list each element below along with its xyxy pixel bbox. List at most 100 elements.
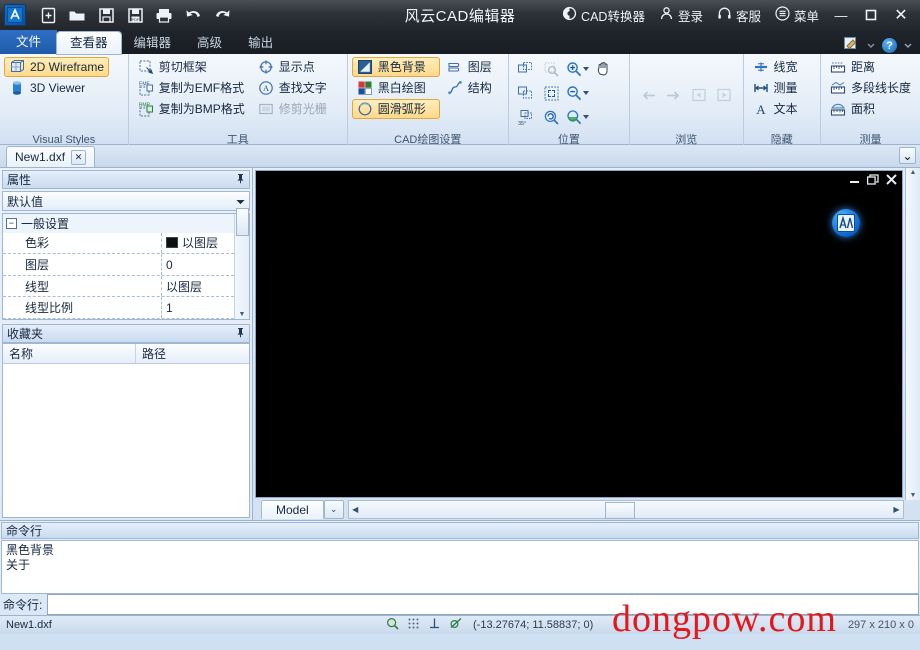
undo-icon[interactable] bbox=[183, 5, 203, 25]
cad-converter-button[interactable]: CAD转换器 bbox=[557, 4, 650, 27]
ribbon-item-smooth-arc[interactable]: 圆滑弧形 bbox=[351, 99, 440, 119]
property-row-layer[interactable]: 图层 0 bbox=[3, 254, 234, 276]
document-tab-new1[interactable]: New1.dxf ✕ bbox=[6, 146, 96, 167]
close-button[interactable]: ✕ bbox=[888, 3, 914, 27]
ribbon-item-area[interactable]: 面积 bbox=[825, 99, 916, 119]
help-icon[interactable]: ? bbox=[882, 38, 897, 53]
ribbon-item-copy-emf[interactable]: EMF 复制为EMF格式 bbox=[133, 78, 251, 98]
canvas-app-logo-icon[interactable] bbox=[832, 209, 860, 237]
ribbon-item-text[interactable]: A 文本 bbox=[748, 99, 803, 119]
osnap-icon[interactable] bbox=[386, 617, 399, 633]
tab-advanced[interactable]: 高级 bbox=[184, 32, 235, 54]
mdi-restore-button[interactable] bbox=[866, 174, 879, 188]
ribbon-item-distance[interactable]: 距离 bbox=[825, 57, 916, 77]
tab-editor[interactable]: 编辑器 bbox=[121, 32, 185, 54]
ribbon-item-lineweight[interactable]: 线宽 bbox=[748, 57, 803, 77]
login-button[interactable]: 登录 bbox=[654, 4, 708, 27]
property-row-linetype-scale[interactable]: 线型比例 1 bbox=[3, 297, 234, 319]
collapse-icon[interactable]: − bbox=[6, 217, 17, 229]
command-log[interactable]: 黑色背景 关于 bbox=[1, 540, 919, 594]
prev-view-icon[interactable] bbox=[686, 83, 711, 107]
tab-viewer[interactable]: 查看器 bbox=[57, 32, 121, 54]
maximize-button[interactable] bbox=[858, 3, 884, 27]
polar-tracking-icon[interactable] bbox=[449, 617, 463, 633]
pin-icon[interactable] bbox=[236, 173, 245, 187]
support-button[interactable]: 客服 bbox=[712, 4, 766, 27]
drawing-canvas[interactable] bbox=[255, 170, 903, 498]
properties-selector-combo[interactable]: 默认值 bbox=[2, 191, 250, 211]
command-input[interactable] bbox=[47, 594, 919, 615]
new-file-icon[interactable] bbox=[38, 5, 58, 25]
zoom-previous-icon[interactable] bbox=[539, 105, 565, 129]
chevron-down-icon[interactable] bbox=[583, 67, 590, 71]
properties-category-row[interactable]: − 一般设置 bbox=[3, 214, 234, 233]
zoom-in-icon[interactable] bbox=[565, 57, 591, 81]
favorites-column-path[interactable]: 路径 bbox=[136, 344, 166, 363]
zoom-selected-icon[interactable] bbox=[539, 57, 565, 81]
save-as-pdf-icon[interactable]: PDF bbox=[125, 5, 145, 25]
mdi-minimize-button[interactable] bbox=[849, 174, 860, 188]
ribbon-item-show-point[interactable]: 显示点 bbox=[253, 57, 343, 77]
menu-button[interactable]: 菜单 bbox=[770, 4, 824, 27]
ribbon-item-3d-viewer[interactable]: 3D Viewer bbox=[4, 78, 109, 98]
forward-arrow-icon[interactable] bbox=[661, 83, 686, 107]
ortho-icon[interactable] bbox=[428, 617, 441, 633]
ribbon-item-polyline-length[interactable]: 多段线长度 bbox=[825, 78, 916, 98]
tab-file[interactable]: 文件 bbox=[0, 30, 58, 54]
canvas-horizontal-scrollbar[interactable]: ◀ ▶ bbox=[347, 499, 904, 519]
ribbon-item-layers[interactable]: 图层 bbox=[442, 57, 504, 77]
collapse-ribbon-icon[interactable] bbox=[903, 39, 913, 53]
scroll-right-icon[interactable]: ▶ bbox=[890, 502, 903, 517]
scroll-left-icon[interactable]: ◀ bbox=[349, 502, 362, 517]
scroll-up-icon[interactable]: ▲ bbox=[910, 169, 917, 176]
ribbon-item-2d-wireframe[interactable]: 2D Wireframe bbox=[4, 57, 110, 77]
zoom-fit-icon[interactable] bbox=[539, 81, 565, 105]
rotate-35-icon[interactable]: 35° bbox=[513, 105, 539, 129]
app-logo-icon[interactable] bbox=[4, 4, 26, 26]
canvas-vertical-scrollbar[interactable]: ▲ ▼ bbox=[905, 168, 920, 500]
tab-output[interactable]: 输出 bbox=[235, 32, 286, 54]
favorites-column-name[interactable]: 名称 bbox=[3, 344, 136, 363]
ribbon-item-copy-bmp[interactable]: BMP 复制为BMP格式 bbox=[133, 99, 251, 119]
ribbon-item-bw-drawing[interactable]: 黑白绘图 bbox=[352, 78, 440, 98]
scrollbar-thumb[interactable] bbox=[235, 208, 249, 236]
chevron-down-icon[interactable] bbox=[866, 39, 876, 53]
redo-icon[interactable] bbox=[212, 5, 232, 25]
chevron-down-icon[interactable] bbox=[583, 115, 590, 119]
ribbon-item-find-text[interactable]: A 查找文字 bbox=[253, 78, 343, 98]
chevron-down-icon[interactable] bbox=[583, 91, 590, 95]
zoom-extents-icon[interactable] bbox=[513, 81, 539, 105]
scrollbar-thumb[interactable] bbox=[604, 501, 635, 519]
scrollbar-track[interactable] bbox=[362, 501, 890, 519]
mdi-close-button[interactable] bbox=[886, 174, 897, 188]
zoom-window-icon[interactable] bbox=[513, 57, 539, 81]
ribbon-item-structure[interactable]: 结构 bbox=[442, 78, 504, 98]
zoom-out-icon[interactable] bbox=[565, 81, 591, 105]
print-icon[interactable] bbox=[154, 5, 174, 25]
layout-overflow-button[interactable]: ⌄ bbox=[323, 499, 344, 519]
property-row-linetype[interactable]: 线型 以图层 bbox=[3, 275, 234, 298]
ribbon-item-crop-frame[interactable]: 剪切框架 bbox=[133, 57, 251, 77]
ribbon-item-trim-raster[interactable]: 修剪光栅 bbox=[253, 99, 343, 119]
properties-scrollbar[interactable]: ▲ ▼ bbox=[234, 208, 249, 319]
back-arrow-icon[interactable] bbox=[636, 83, 661, 107]
ribbon-item-black-background[interactable]: 黑色背景 bbox=[351, 57, 440, 77]
property-value-cell[interactable]: 1 bbox=[162, 297, 234, 318]
grid-snap-icon[interactable] bbox=[407, 617, 420, 633]
property-row-color[interactable]: 色彩 以图层 bbox=[3, 232, 234, 255]
property-value-cell[interactable]: 0 bbox=[162, 254, 234, 275]
pan-hand-icon[interactable] bbox=[591, 57, 617, 81]
open-folder-icon[interactable] bbox=[67, 5, 87, 25]
minimize-button[interactable]: — bbox=[828, 3, 854, 27]
layout-tab-model[interactable]: Model bbox=[261, 499, 324, 519]
scroll-down-icon[interactable]: ▼ bbox=[239, 311, 246, 318]
next-view-icon[interactable] bbox=[711, 83, 736, 107]
close-icon[interactable]: ✕ bbox=[71, 149, 87, 165]
pin-icon[interactable] bbox=[236, 327, 245, 341]
property-value-cell[interactable]: 以图层 bbox=[162, 233, 234, 254]
pen-tool-icon[interactable] bbox=[844, 37, 860, 54]
property-value-cell[interactable]: 以图层 bbox=[162, 276, 234, 297]
document-tab-overflow-button[interactable]: ⌄ bbox=[899, 147, 916, 164]
zoom-realtime-icon[interactable] bbox=[565, 105, 591, 129]
save-icon[interactable] bbox=[96, 5, 116, 25]
